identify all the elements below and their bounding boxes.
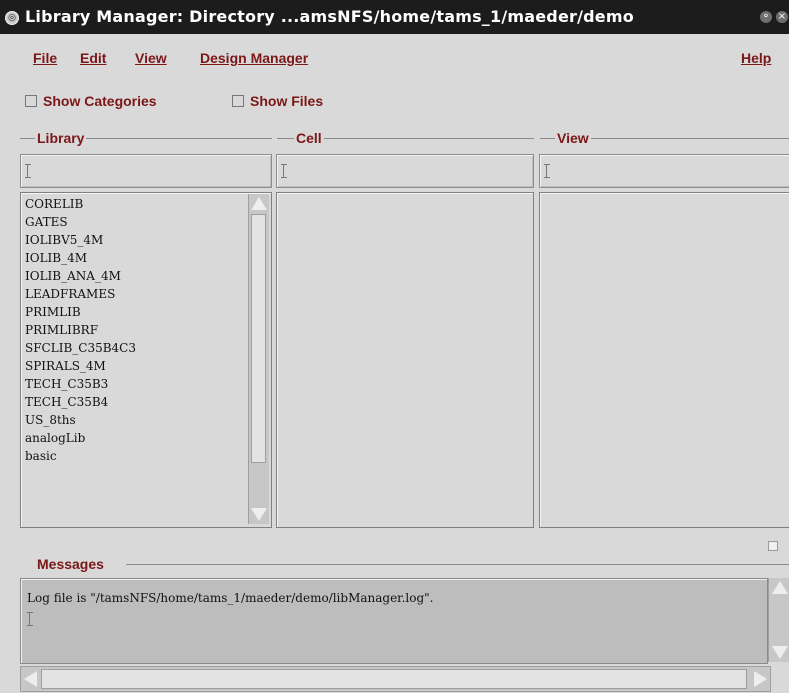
minimize-icon[interactable]: ⚬ xyxy=(760,11,772,23)
menu-edit[interactable]: Edit xyxy=(80,50,106,66)
library-list-item[interactable]: SFCLIB_C35B4C3 xyxy=(25,339,136,357)
show-categories-checkbox[interactable] xyxy=(25,95,37,107)
splitter-handle[interactable] xyxy=(768,541,778,551)
library-scrollbar[interactable] xyxy=(248,194,269,524)
library-list-item[interactable]: IOLIBV5_4M xyxy=(25,231,136,249)
app-icon: ◎ xyxy=(5,11,19,25)
log-message: Log file is "/tamsNFS/home/tams_1/maeder… xyxy=(27,591,434,605)
scroll-up-arrow-icon[interactable] xyxy=(251,197,267,210)
library-list-item[interactable]: IOLIB_ANA_4M xyxy=(25,267,136,285)
close-icon[interactable]: × xyxy=(776,11,788,23)
menu-file[interactable]: File xyxy=(33,50,57,66)
library-list-items: CORELIB GATES IOLIBV5_4M IOLIB_4M IOLIB_ANA_… xyxy=(25,195,136,465)
library-list-item[interactable]: CORELIB xyxy=(25,195,136,213)
show-files-checkbox[interactable] xyxy=(232,95,244,107)
horizontal-scroll-thumb[interactable] xyxy=(41,669,747,689)
scroll-up-arrow-icon[interactable] xyxy=(772,581,788,594)
library-list-item[interactable]: TECH_C35B3 xyxy=(25,375,136,393)
library-list-item[interactable]: analogLib xyxy=(25,429,136,447)
text-cursor-icon xyxy=(281,164,287,178)
menu-bar: File Edit View Design Manager Help xyxy=(10,40,789,70)
menu-view[interactable]: View xyxy=(135,50,167,66)
library-label: Library xyxy=(35,130,87,146)
messages-vertical-scrollbar[interactable] xyxy=(768,578,789,662)
title-bar[interactable]: ◎ Library Manager: Directory ...amsNFS/h… xyxy=(0,0,789,34)
scroll-down-arrow-icon[interactable] xyxy=(251,508,267,521)
cell-filter-input[interactable] xyxy=(276,154,534,188)
view-label: View xyxy=(555,130,591,146)
pane-splitter[interactable] xyxy=(0,536,789,551)
cell-list[interactable] xyxy=(276,192,534,528)
menu-design-manager[interactable]: Design Manager xyxy=(200,50,308,66)
show-categories-label: Show Categories xyxy=(43,93,157,109)
view-filter-input[interactable] xyxy=(539,154,789,188)
text-cursor-icon xyxy=(544,164,550,178)
library-list-item[interactable]: PRIMLIBRF xyxy=(25,321,136,339)
show-files-label: Show Files xyxy=(250,93,324,109)
library-list-item[interactable]: PRIMLIB xyxy=(25,303,136,321)
library-list-item[interactable]: GATES xyxy=(25,213,136,231)
text-cursor-icon xyxy=(27,612,33,626)
messages-textarea[interactable]: Log file is "/tamsNFS/home/tams_1/maeder… xyxy=(20,578,768,664)
library-filter-input[interactable] xyxy=(20,154,272,188)
scroll-left-arrow-icon[interactable] xyxy=(24,671,37,687)
messages-horizontal-scrollbar[interactable] xyxy=(20,666,771,692)
cell-label: Cell xyxy=(294,130,324,146)
scrollbar-thumb[interactable] xyxy=(251,214,266,463)
messages-group-line xyxy=(126,564,789,565)
library-list-item[interactable]: US_8ths xyxy=(25,411,136,429)
view-list[interactable] xyxy=(539,192,789,528)
library-list[interactable]: CORELIB GATES IOLIBV5_4M IOLIB_4M IOLIB_ANA_… xyxy=(20,192,272,528)
scroll-down-arrow-icon[interactable] xyxy=(772,646,788,659)
window-title: Library Manager: Directory ...amsNFS/hom… xyxy=(25,7,634,26)
menu-help[interactable]: Help xyxy=(741,50,771,66)
messages-label: Messages xyxy=(35,556,106,572)
library-list-item[interactable]: TECH_C35B4 xyxy=(25,393,136,411)
text-cursor-icon xyxy=(25,164,31,178)
library-list-item[interactable]: IOLIB_4M xyxy=(25,249,136,267)
library-list-item[interactable]: SPIRALS_4M xyxy=(25,357,136,375)
library-list-item[interactable]: basic xyxy=(25,447,136,465)
scroll-right-arrow-icon[interactable] xyxy=(754,671,767,687)
library-list-item[interactable]: LEADFRAMES xyxy=(25,285,136,303)
